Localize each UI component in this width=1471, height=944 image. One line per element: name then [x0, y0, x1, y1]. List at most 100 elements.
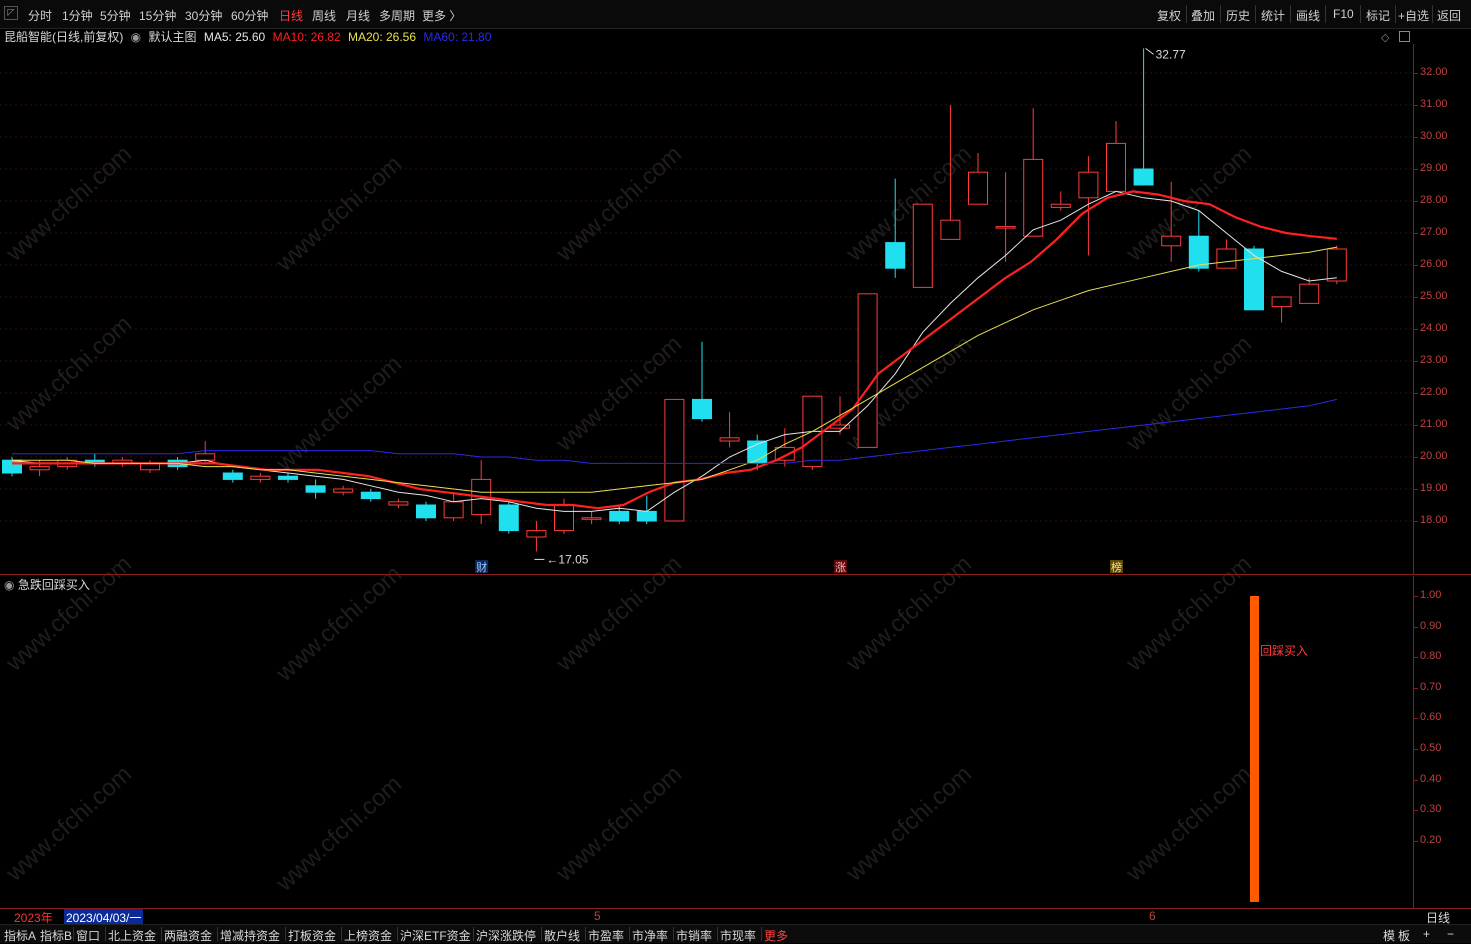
bottom-tab[interactable]: 市现率: [720, 927, 756, 944]
tab-daily[interactable]: 日线: [279, 7, 303, 24]
tab-60min[interactable]: 60分钟: [231, 7, 268, 24]
candle[interactable]: [857, 293, 878, 448]
stats-button[interactable]: 统计: [1261, 7, 1285, 24]
tab-multi-period[interactable]: 多周期: [379, 7, 415, 24]
bottom-right-button[interactable]: 模: [1383, 927, 1395, 944]
bottom-tab[interactable]: 沪深涨跌停: [476, 927, 536, 944]
bottom-right-button[interactable]: −: [1447, 927, 1454, 941]
diamond-icon[interactable]: ◇: [1381, 31, 1389, 44]
candle[interactable]: [1050, 191, 1071, 211]
candle[interactable]: [995, 172, 1016, 262]
tab-weekly[interactable]: 周线: [312, 7, 336, 24]
candle[interactable]: [1188, 210, 1209, 272]
bottom-tab[interactable]: 指标B: [40, 927, 72, 944]
candle[interactable]: [636, 495, 657, 525]
stock-title[interactable]: 昆船智能(日线,前复权): [4, 30, 123, 44]
bottom-tab[interactable]: 市盈率: [588, 927, 624, 944]
candle[interactable]: [360, 489, 381, 502]
collapse-icon[interactable]: ◸: [4, 6, 18, 20]
tab-15min[interactable]: 15分钟: [139, 7, 176, 24]
candle[interactable]: [692, 341, 712, 422]
pane-divider[interactable]: [0, 574, 1471, 575]
candle[interactable]: [222, 469, 243, 483]
main-chart-info: 昆船智能(日线,前复权) ◉ 默认主图 MA5: 25.60 MA10: 26.…: [4, 28, 495, 44]
event-marker[interactable]: 榜: [1110, 560, 1123, 574]
event-marker[interactable]: 涨: [834, 560, 847, 574]
template-dropdown-icon[interactable]: ◉: [131, 30, 141, 44]
candle[interactable]: [278, 473, 298, 483]
tab-fenshi[interactable]: 分时: [28, 7, 52, 24]
candle[interactable]: [802, 395, 823, 470]
candle[interactable]: [305, 479, 326, 499]
candle-body-up: [995, 226, 1016, 229]
candle[interactable]: [1133, 48, 1154, 186]
f10-button[interactable]: F10: [1333, 7, 1354, 21]
add-watchlist-button[interactable]: +自选: [1398, 7, 1429, 24]
candle[interactable]: [388, 498, 409, 509]
draw-button[interactable]: 画线: [1296, 7, 1320, 24]
candle[interactable]: [581, 511, 602, 525]
back-button[interactable]: 返回: [1437, 7, 1461, 24]
tab-5min[interactable]: 5分钟: [100, 7, 131, 24]
bottom-tab[interactable]: 沪深ETF资金: [400, 927, 471, 944]
overlay-button[interactable]: 叠加: [1191, 7, 1215, 24]
candle[interactable]: [719, 412, 740, 448]
bottom-right-button[interactable]: +: [1423, 927, 1430, 941]
candle[interactable]: [1299, 277, 1320, 304]
candle[interactable]: [885, 178, 906, 278]
bottom-tab[interactable]: 两融资金: [164, 927, 212, 944]
candle[interactable]: [1161, 181, 1182, 262]
bottom-tab[interactable]: 市销率: [676, 927, 712, 944]
price-tick: [1414, 105, 1418, 106]
candle[interactable]: [1216, 239, 1237, 269]
tab-separator: [105, 927, 106, 941]
candle[interactable]: [140, 460, 160, 473]
candle[interactable]: [526, 521, 547, 552]
candle[interactable]: [1023, 108, 1044, 237]
price-tick: [1414, 233, 1418, 234]
candle[interactable]: [968, 153, 988, 205]
candle[interactable]: [498, 501, 519, 534]
candle[interactable]: [1106, 121, 1126, 192]
candle[interactable]: [912, 203, 933, 288]
mark-button[interactable]: 标记: [1366, 7, 1390, 24]
candle-body-up: [1271, 296, 1292, 308]
candle[interactable]: [443, 492, 464, 521]
candle[interactable]: [112, 457, 133, 467]
tab-separator: [541, 927, 542, 941]
bottom-tab[interactable]: 北上资金: [108, 927, 156, 944]
event-marker[interactable]: 财: [475, 560, 489, 574]
candle[interactable]: [250, 473, 271, 483]
fuquan-button[interactable]: 复权: [1157, 7, 1181, 24]
tab-separator: [473, 927, 474, 941]
bottom-tab[interactable]: 市净率: [632, 927, 668, 944]
candle[interactable]: [940, 105, 961, 240]
bottom-tab[interactable]: 打板资金: [288, 927, 336, 944]
template-label[interactable]: 默认主图: [149, 30, 197, 44]
bottom-tab[interactable]: 更多: [764, 927, 788, 944]
candle[interactable]: [333, 485, 354, 496]
bottom-right-button[interactable]: 板: [1398, 927, 1410, 944]
candle[interactable]: [554, 498, 574, 534]
bottom-tab[interactable]: 增减持资金: [220, 927, 280, 944]
bottom-tab[interactable]: 散户线: [544, 927, 580, 944]
tab-30min[interactable]: 30分钟: [185, 7, 222, 24]
bottom-tab[interactable]: 指标A: [4, 927, 36, 944]
history-button[interactable]: 历史: [1226, 7, 1250, 24]
bottom-tab[interactable]: 上榜资金: [344, 927, 392, 944]
candle[interactable]: [416, 501, 436, 521]
candle[interactable]: [1271, 296, 1292, 323]
maximize-icon[interactable]: [1399, 31, 1410, 42]
indicator-chart[interactable]: 回踩买入: [0, 576, 1413, 908]
price-tick-label: 27.00: [1420, 226, 1448, 238]
candlestick-chart[interactable]: 32.77 ←17.05 财 涨 榜: [0, 44, 1413, 574]
tab-monthly[interactable]: 月线: [346, 7, 370, 24]
candle[interactable]: [84, 453, 105, 467]
candle[interactable]: [664, 398, 685, 522]
bottom-tab[interactable]: 窗口: [76, 927, 100, 944]
tab-1min[interactable]: 1分钟: [62, 7, 93, 24]
indicator-tick-label: 0.60: [1420, 711, 1442, 724]
signal-bar[interactable]: [1250, 596, 1259, 902]
tab-more[interactable]: 更多 〉: [422, 7, 461, 24]
candle-body-up: [719, 437, 740, 442]
